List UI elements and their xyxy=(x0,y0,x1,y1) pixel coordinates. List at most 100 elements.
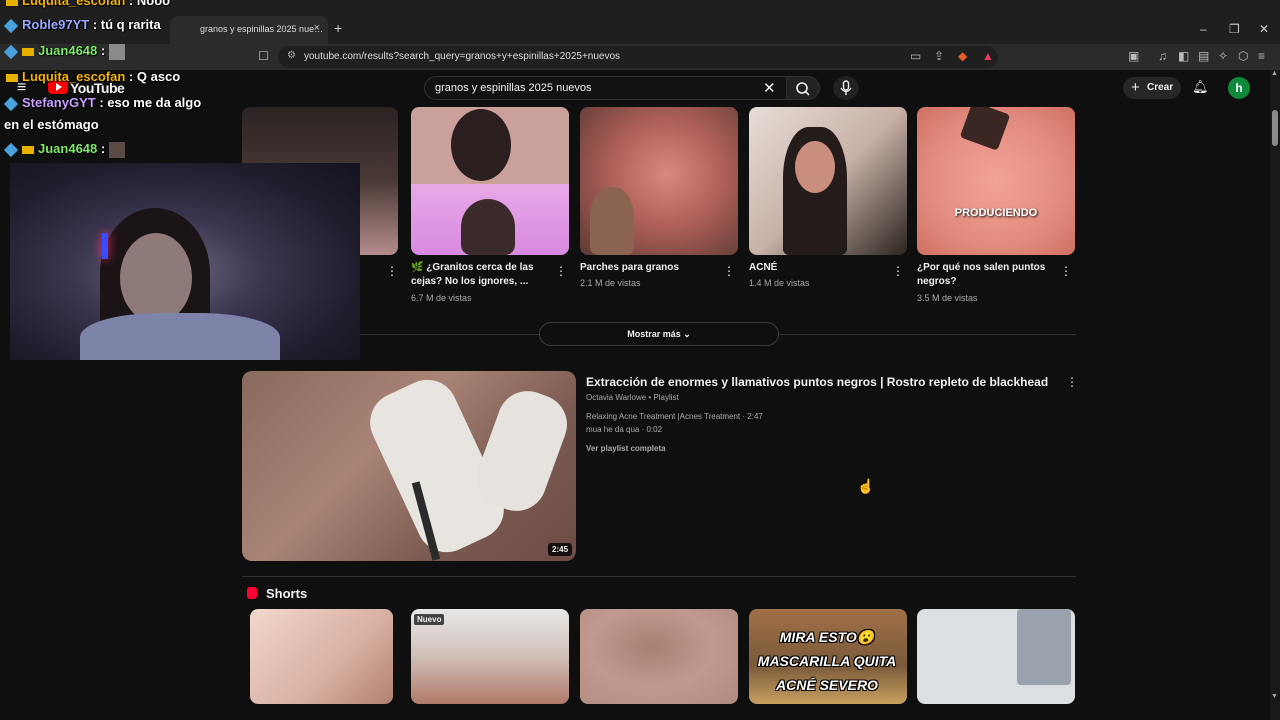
cast-icon[interactable]: ▭ xyxy=(910,49,921,63)
chat-text: : eso me da algo xyxy=(99,95,202,110)
streamer-webcam xyxy=(10,163,360,360)
playlist-channel-meta[interactable]: Octavia Warlowe • Playlist xyxy=(586,393,679,402)
maximize-button[interactable]: ❐ xyxy=(1229,22,1240,36)
chat-message-continued: en el estómago xyxy=(4,117,99,132)
tab-title: granos y espinillas 2025 nue… xyxy=(200,24,324,34)
thumbnail-person-shape xyxy=(461,199,515,255)
video-thumbnail-5[interactable]: PRODUCIENDO xyxy=(917,107,1075,255)
tab-close-icon[interactable]: × xyxy=(314,22,320,34)
shorts-heading: Shorts xyxy=(266,586,308,601)
search-input[interactable]: granos y espinillas 2025 nuevos xyxy=(424,76,788,100)
short-thumbnail-3[interactable] xyxy=(580,609,738,704)
menu-icon[interactable]: ≡ xyxy=(1258,49,1265,63)
leo-ai-icon[interactable]: ✧ xyxy=(1218,49,1228,63)
video-thumbnail-2[interactable] xyxy=(411,107,569,255)
playlist-thumbnail[interactable] xyxy=(242,371,576,561)
chat-text: : xyxy=(100,141,106,156)
chat-message: Roble97YT : tú q rarita xyxy=(3,17,161,33)
scroll-up-arrow-icon[interactable]: ▲ xyxy=(1271,70,1278,77)
brave-shield-icon[interactable]: ◆ xyxy=(958,49,967,63)
card-3-views: 2.1 M de vistas xyxy=(580,278,641,288)
share-icon[interactable]: ⇪ xyxy=(934,49,944,63)
chat-message: StefanyGYT : eso me da algo xyxy=(3,95,202,111)
new-badge: Nuevo xyxy=(414,614,445,625)
media-icon[interactable]: ♫ xyxy=(1158,49,1167,63)
new-tab-button[interactable]: + xyxy=(334,20,342,36)
microphone-icon xyxy=(840,80,852,95)
brave-rewards-icon[interactable]: ▲ xyxy=(982,49,994,63)
page-scrollbar[interactable] xyxy=(1270,70,1280,720)
card-1-more-icon[interactable]: ⋮ xyxy=(386,264,398,278)
short-overlay-line-1: MIRA ESTO😮 xyxy=(779,629,875,645)
thumbnail-tool-shape xyxy=(959,107,1011,151)
chat-crown-icon xyxy=(22,145,34,154)
close-window-button[interactable]: ✕ xyxy=(1259,22,1269,36)
chat-username: Luquita_escofan xyxy=(22,0,126,8)
card-2-more-icon[interactable]: ⋮ xyxy=(555,264,567,278)
card-5-title[interactable]: ¿Por qué nos salen puntos negros? xyxy=(917,261,1047,289)
card-4-title[interactable]: ACNÉ xyxy=(749,261,879,275)
card-5-views: 3.5 M de vistas xyxy=(917,293,978,303)
vpn-icon[interactable]: ⬡ xyxy=(1238,49,1248,63)
search-icon xyxy=(796,82,810,96)
scrollbar-thumb[interactable] xyxy=(1272,110,1278,146)
show-more-label: Mostrar más xyxy=(627,329,681,339)
browser-tab[interactable]: granos y espinillas 2025 nue… × xyxy=(170,16,328,44)
translate-icon[interactable]: ▣ xyxy=(1128,49,1139,63)
chat-emote xyxy=(108,43,125,60)
chat-username: Juan4648 xyxy=(38,43,98,58)
view-full-playlist-link[interactable]: Ver playlist completa xyxy=(586,444,666,453)
chat-text: : Q asco xyxy=(128,69,181,84)
playlist-more-icon[interactable]: ⋮ xyxy=(1066,375,1078,389)
show-more-button[interactable]: Mostrar más ⌄ xyxy=(539,322,779,346)
short-thumbnail-1[interactable] xyxy=(250,609,393,704)
card-2-title[interactable]: 🌿 ¿Granitos cerca de las cejas? No los i… xyxy=(411,261,541,289)
card-5-more-icon[interactable]: ⋮ xyxy=(1060,264,1072,278)
chat-username: Juan4648 xyxy=(38,141,98,156)
playlist-item-1[interactable]: Relaxing Acne Treatment |Acnes Treatment… xyxy=(586,412,763,421)
create-button[interactable]: + Crear xyxy=(1123,77,1181,99)
thumbnail-dark-shape xyxy=(451,109,511,181)
scroll-down-arrow-icon[interactable]: ▼ xyxy=(1271,693,1278,700)
voice-search-button[interactable] xyxy=(833,76,859,100)
short-thumbnail-5[interactable] xyxy=(917,609,1075,704)
playlist-title[interactable]: Extracción de enormes y llamativos punto… xyxy=(586,375,1048,389)
card-3-title[interactable]: Parches para granos xyxy=(580,261,710,275)
thumbnail-inset-shape xyxy=(1017,609,1071,685)
video-duration-badge: 2:45 xyxy=(548,543,573,556)
site-info-icon[interactable]: ⚙ xyxy=(287,50,296,61)
video-thumbnail-4[interactable] xyxy=(749,107,907,255)
chat-message: Luquita_escofan : Nooo xyxy=(6,0,170,8)
video-thumbnail-3[interactable] xyxy=(580,107,738,255)
chat-username: Luquita_escofan xyxy=(22,69,126,84)
card-4-more-icon[interactable]: ⋮ xyxy=(892,264,904,278)
search-button[interactable] xyxy=(786,76,820,100)
bookmark-icon[interactable]: ☐ xyxy=(258,49,269,63)
create-label: Crear xyxy=(1147,82,1174,93)
playlist-item-2[interactable]: mua he da qua · 0:02 xyxy=(586,425,662,434)
chat-text: : Nooo xyxy=(128,0,171,8)
thumbnail-face-shape xyxy=(795,141,835,193)
address-bar[interactable]: ⚙ youtube.com/results?search_query=grano… xyxy=(278,46,998,68)
card-3-more-icon[interactable]: ⋮ xyxy=(723,264,735,278)
chat-message: Juan4648 : xyxy=(3,43,125,60)
hand-cursor-icon: ☝ xyxy=(857,478,875,494)
chat-text: : tú q rarita xyxy=(92,17,161,32)
chat-badge-icon xyxy=(3,44,19,59)
notifications-bell-icon[interactable]: 🔔︎ xyxy=(1192,79,1209,95)
card-4-views: 1.4 M de vistas xyxy=(749,278,810,288)
thumbnail-overlay-text: PRODUCIENDO xyxy=(954,207,1038,219)
chat-text: : xyxy=(100,43,106,58)
clear-search-icon[interactable]: ✕ xyxy=(763,79,776,97)
card-2-views: 6.7 M de vistas xyxy=(411,293,472,303)
chat-message: Luquita_escofan : Q asco xyxy=(6,69,180,84)
account-avatar[interactable]: h xyxy=(1228,77,1250,99)
sidebar-icon[interactable]: ◧ xyxy=(1178,49,1189,63)
minimize-button[interactable]: – xyxy=(1200,22,1207,36)
short-overlay-text: MIRA ESTO😮 MASCARILLA QUITA ACNÉ SEVERO xyxy=(752,625,902,697)
chat-emote xyxy=(108,141,125,158)
plus-icon: + xyxy=(1131,79,1140,96)
divider xyxy=(242,576,1076,577)
chat-badge-icon xyxy=(3,96,19,111)
wallet-icon[interactable]: ▤ xyxy=(1198,49,1209,63)
